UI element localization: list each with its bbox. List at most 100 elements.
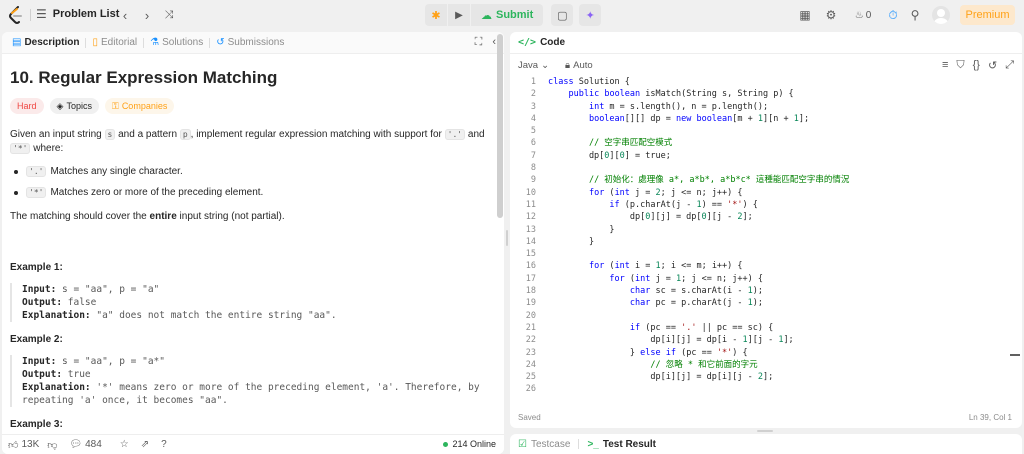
line-number: 3 bbox=[530, 101, 536, 112]
streak-counter[interactable]: ♨ 0 bbox=[850, 6, 876, 24]
code-line[interactable]: 2 public boolean isMatch(String s, Strin… bbox=[510, 88, 1022, 100]
code-line[interactable]: 14 } bbox=[510, 236, 1022, 248]
description-scrollbar[interactable] bbox=[497, 34, 503, 218]
format-icon[interactable]: ≡ bbox=[942, 59, 948, 72]
comments-button[interactable]: 💬︎ 484 bbox=[69, 439, 101, 450]
line-number: 8 bbox=[530, 163, 536, 174]
leetcode-logo-icon[interactable] bbox=[8, 6, 24, 24]
prev-problem-icon[interactable]: ‹ bbox=[116, 6, 134, 24]
horizontal-resize-handle[interactable] bbox=[757, 430, 773, 432]
problem-intro: Given an input string s and a pattern p,… bbox=[10, 128, 494, 156]
star-icon[interactable]: ☆ bbox=[120, 439, 129, 450]
description-icon: ▤ bbox=[12, 37, 22, 48]
code-editor[interactable]: 1 class Solution {2 public boolean isMatc… bbox=[510, 76, 1022, 396]
line-number: 12 bbox=[525, 212, 536, 223]
note-emphasis: entire bbox=[149, 211, 177, 222]
share-icon[interactable]: ⇗ bbox=[141, 439, 149, 450]
code-line[interactable]: 26 bbox=[510, 383, 1022, 395]
problem-list-button[interactable]: ☰ Problem List bbox=[36, 7, 119, 21]
maximize-icon[interactable]: ⛶ bbox=[475, 36, 483, 49]
code-line[interactable]: 6 // 空字串匹配空模式 bbox=[510, 137, 1022, 149]
companies-label: Companies bbox=[121, 101, 168, 111]
example-value: s = "aa", p = "a" bbox=[56, 284, 160, 295]
example-line: Input: s = "aa", p = "a" bbox=[22, 283, 494, 296]
code-line[interactable]: 4 boolean[][] dp = new boolean[m + 1][n … bbox=[510, 113, 1022, 125]
example-label: Input: bbox=[22, 356, 57, 367]
code-line[interactable]: 7 dp[0][0] = true; bbox=[510, 150, 1022, 162]
code-line[interactable]: 23 } else if (pc == '*') { bbox=[510, 347, 1022, 359]
code-line[interactable]: 3 int m = s.length(), n = p.length(); bbox=[510, 101, 1022, 113]
comment-count: 484 bbox=[85, 439, 102, 450]
code-line[interactable]: 11 if (p.charAt(j - 1) == '*') { bbox=[510, 199, 1022, 211]
code-line[interactable]: 12 dp[0][j] = dp[0][j - 2]; bbox=[510, 211, 1022, 223]
like-button[interactable]: 👍︎ 13K bbox=[8, 439, 39, 451]
code-line[interactable]: 20 bbox=[510, 310, 1022, 322]
notes-button[interactable]: ▢ bbox=[551, 4, 574, 26]
code-line[interactable]: 15 bbox=[510, 248, 1022, 260]
code-text: boolean[][] dp = new boolean[m + 1][n + … bbox=[588, 113, 810, 124]
help-icon[interactable]: ? bbox=[161, 439, 167, 450]
streak-count: 0 bbox=[865, 9, 872, 21]
code-line[interactable]: 18 char sc = s.charAt(i - 1); bbox=[510, 285, 1022, 297]
braces-icon[interactable]: {} bbox=[973, 59, 980, 72]
bullet-dot bbox=[14, 169, 18, 174]
code-line[interactable]: 16 for (int i = 1; i <= m; i++) { bbox=[510, 260, 1022, 272]
ai-assist-button[interactable]: ✦ bbox=[579, 4, 602, 26]
example-value: '*' means zero or more of the preceding … bbox=[90, 382, 480, 393]
code-line[interactable]: 21 if (pc == '.' || pc == sc) { bbox=[510, 322, 1022, 334]
code-line[interactable]: 8 bbox=[510, 162, 1022, 174]
thumbs-down-icon[interactable]: 👎︎ bbox=[47, 439, 57, 451]
code-line[interactable]: 5 bbox=[510, 125, 1022, 137]
premium-button[interactable]: Premium bbox=[960, 5, 1015, 25]
tab-test-result[interactable]: >_ Test Result bbox=[587, 439, 656, 450]
next-problem-icon[interactable]: › bbox=[138, 6, 156, 24]
code-line[interactable]: 22 dp[i][j] = dp[i - 1][j - 1]; bbox=[510, 334, 1022, 346]
line-number: 26 bbox=[525, 384, 536, 395]
vertical-resize-handle[interactable] bbox=[506, 230, 508, 246]
inline-code: '.' bbox=[444, 129, 466, 140]
fullscreen-icon[interactable]: ⤢ bbox=[1005, 59, 1014, 72]
console-panel: ☑ Testcase >_ Test Result bbox=[510, 434, 1022, 454]
tab-description[interactable]: ▤ Description bbox=[8, 37, 83, 48]
collapse-left-icon[interactable]: ‹ bbox=[492, 36, 496, 49]
code-line[interactable]: 19 char pc = p.charAt(j - 1); bbox=[510, 297, 1022, 309]
tab-solutions[interactable]: ⚗ Solutions bbox=[146, 37, 207, 48]
example-label: Explanation: bbox=[22, 382, 91, 393]
editor-tools: ≡ ⛉ {} ↺ ⤢ bbox=[942, 59, 1014, 72]
bookmark-icon[interactable]: ⛉ bbox=[956, 59, 964, 72]
companies-tag[interactable]: ⚿ Companies bbox=[104, 98, 175, 114]
editor-toolbar: Java ⌄ 🔒︎ Auto bbox=[518, 60, 593, 71]
reset-icon[interactable]: ↺ bbox=[988, 59, 997, 72]
code-line[interactable]: 13 } bbox=[510, 224, 1022, 236]
code-line[interactable]: 9 // 初始化：處理像 a*, a*b*, a*b*c* 這種能匹配空字串的情… bbox=[510, 174, 1022, 186]
problem-list-label: Problem List bbox=[52, 8, 120, 20]
topics-tag[interactable]: ◈ Topics bbox=[49, 98, 99, 114]
auto-mode-toggle[interactable]: 🔒︎ Auto bbox=[565, 60, 593, 71]
code-line[interactable]: 24 // 忽略 * 和它前面的字元 bbox=[510, 359, 1022, 371]
description-footer: 👍︎ 13K 👎︎ 💬︎ 484 ☆ ⇗ ? 214 Online bbox=[2, 434, 504, 454]
settings-gear-icon[interactable]: ⚙ bbox=[822, 6, 840, 24]
code-panel-title: Code bbox=[540, 37, 566, 48]
avatar[interactable] bbox=[932, 6, 950, 24]
debug-button[interactable]: ✱ bbox=[425, 4, 447, 26]
tab-submissions[interactable]: ↺ Submissions bbox=[212, 37, 288, 48]
tab-editorial[interactable]: ▯ Editorial bbox=[88, 37, 141, 48]
shuffle-icon[interactable]: ⤨ bbox=[160, 6, 178, 24]
tab-testcase[interactable]: ☑ Testcase bbox=[518, 439, 570, 450]
timer-icon[interactable]: ⏱ bbox=[884, 6, 902, 24]
code-line[interactable]: 10 for (int j = 2; j <= n; j++) { bbox=[510, 187, 1022, 199]
add-friend-icon[interactable]: ⚲ bbox=[906, 6, 924, 24]
code-line[interactable]: 17 for (int j = 1; j <= n; j++) { bbox=[510, 273, 1022, 285]
flame-icon: ♨ bbox=[854, 9, 864, 21]
submit-button[interactable]: ☁ Submit bbox=[471, 4, 544, 26]
terminal-icon: >_ bbox=[587, 438, 599, 450]
difficulty-badge: Hard bbox=[10, 98, 44, 114]
editor-scroll-marker[interactable] bbox=[1010, 354, 1020, 356]
layout-grid-icon[interactable]: ▦ bbox=[796, 6, 814, 24]
example-label: Output: bbox=[22, 369, 63, 380]
code-line[interactable]: 25 dp[i][j] = dp[i][j - 2]; bbox=[510, 371, 1022, 383]
language-select[interactable]: Java ⌄ bbox=[518, 60, 549, 71]
tab-test-result-label: Test Result bbox=[602, 438, 657, 450]
run-button[interactable]: ▶ bbox=[448, 4, 470, 26]
code-line[interactable]: 1 class Solution { bbox=[510, 76, 1022, 88]
